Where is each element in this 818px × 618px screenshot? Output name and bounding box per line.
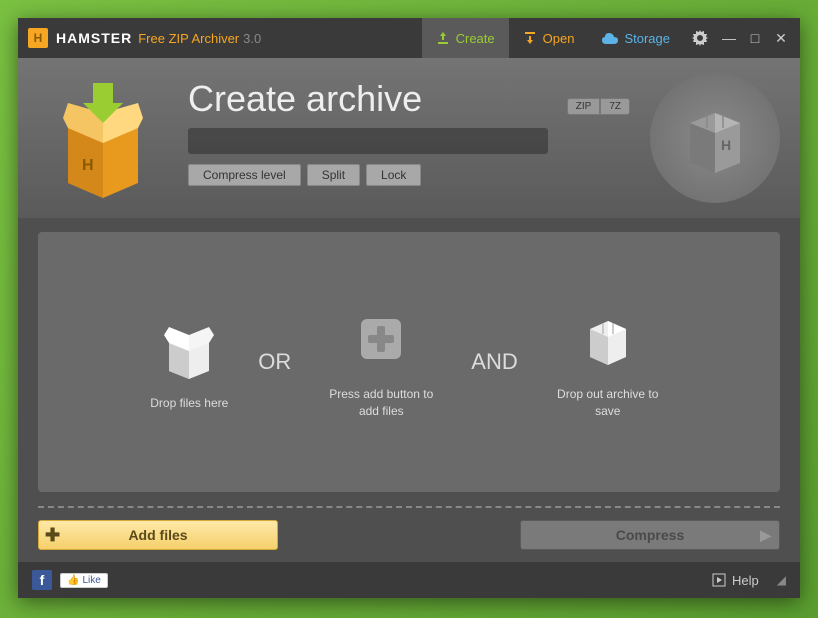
plus-icon (346, 304, 416, 374)
and-connector: AND (471, 349, 517, 375)
closed-box-icon (573, 304, 643, 374)
compress-label: Compress (616, 527, 684, 543)
lock-button[interactable]: Lock (366, 164, 421, 186)
tab-bar: Create Open Storage (422, 18, 684, 58)
minimize-button[interactable]: — (720, 29, 738, 47)
like-label: Like (82, 575, 100, 586)
format-7z[interactable]: 7Z (600, 98, 630, 115)
tab-create-label: Create (456, 31, 495, 46)
cube-icon: H (675, 98, 755, 178)
play-icon (712, 573, 726, 587)
step1-label: Drop files here (150, 395, 228, 412)
tab-storage[interactable]: Storage (588, 18, 684, 58)
help-label: Help (732, 573, 759, 588)
step2-label: Press add button to add files (321, 386, 441, 420)
or-connector: OR (258, 349, 291, 375)
header-content: Create archive Compress level Split Lock (188, 78, 548, 186)
help-button[interactable]: Help (712, 573, 759, 588)
tab-open[interactable]: Open (509, 18, 589, 58)
split-button[interactable]: Split (307, 164, 360, 186)
titlebar: H HAMSTER Free ZIP Archiver 3.0 Create O… (18, 18, 800, 58)
brand-subtitle: Free ZIP Archiver (138, 31, 239, 46)
svg-text:H: H (721, 137, 731, 153)
like-button[interactable]: 👍 Like (60, 573, 108, 588)
add-files-button[interactable]: ✚ Add files (38, 520, 278, 550)
app-window: H HAMSTER Free ZIP Archiver 3.0 Create O… (18, 18, 800, 598)
open-box-icon (154, 313, 224, 383)
drop-step-3: Drop out archive to save (548, 304, 668, 420)
upload-icon (436, 31, 450, 45)
resize-grip[interactable]: ◢ (777, 573, 786, 587)
close-button[interactable]: ✕ (772, 29, 790, 47)
plus-icon-small: ✚ (45, 525, 60, 546)
archive-box-icon: H (38, 78, 168, 198)
brand-version: 3.0 (243, 31, 261, 46)
drop-step-2: Press add button to add files (321, 304, 441, 420)
archive-preview: H (650, 73, 780, 203)
compress-level-button[interactable]: Compress level (188, 164, 301, 186)
thumbs-up-icon: 👍 (67, 575, 79, 586)
format-zip[interactable]: ZIP (567, 98, 601, 115)
drop-area[interactable]: Drop files here OR Press add button to a… (38, 232, 780, 492)
format-toggle: ZIP 7Z (567, 98, 630, 115)
app-logo: H (28, 28, 48, 48)
tab-create[interactable]: Create (422, 18, 509, 58)
archive-name-input[interactable] (188, 128, 548, 154)
header-area: H Create archive Compress level Split Lo… (18, 58, 800, 218)
footer: f 👍 Like Help ◢ (18, 562, 800, 598)
drop-step-1: Drop files here (150, 313, 228, 412)
add-files-label: Add files (128, 527, 187, 543)
step3-label: Drop out archive to save (548, 386, 668, 420)
maximize-button[interactable]: □ (746, 29, 764, 47)
action-row: ✚ Add files Compress ▶ (18, 508, 800, 562)
facebook-icon[interactable]: f (32, 570, 52, 590)
open-icon (523, 31, 537, 45)
svg-text:H: H (82, 157, 94, 174)
brand-name: HAMSTER (56, 30, 132, 46)
tab-open-label: Open (543, 31, 575, 46)
window-controls: — □ ✕ (720, 29, 790, 47)
compress-button[interactable]: Compress ▶ (520, 520, 780, 550)
arrow-right-icon: ▶ (760, 527, 771, 544)
option-row: Compress level Split Lock (188, 164, 548, 186)
cloud-icon (602, 32, 618, 44)
tab-storage-label: Storage (624, 31, 670, 46)
page-title: Create archive (188, 78, 548, 120)
gear-icon[interactable] (692, 30, 708, 46)
